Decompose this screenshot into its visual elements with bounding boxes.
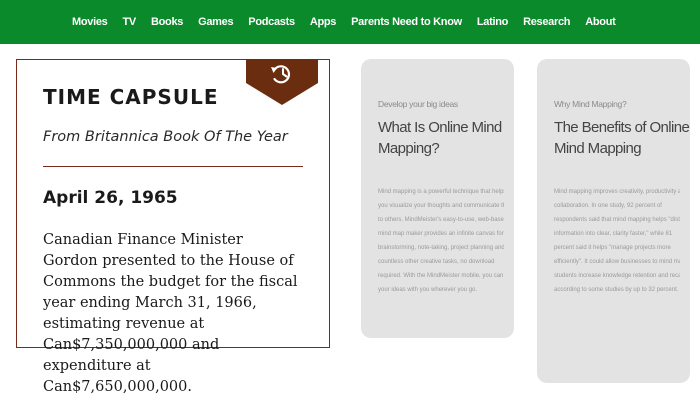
card-text-line: brainstorming, note-taking, project plan… xyxy=(378,245,504,251)
capsule-body-line: year ending March 31, 1966, xyxy=(43,295,257,311)
capsule-body: Canadian Finance Minister Gordon present… xyxy=(43,230,318,398)
capsule-body-line: expenditure at xyxy=(43,358,151,374)
card-title[interactable]: The Benefits of Online Mind Mapping xyxy=(554,117,690,159)
capsule-date: April 26, 1965 xyxy=(43,188,178,208)
card-text-line: collaboration. In one study, 92 percent … xyxy=(554,203,662,209)
mind-mapping-card[interactable]: Develop your big ideas What Is Online Mi… xyxy=(361,59,514,338)
card-title-line: What Is Online Mind xyxy=(378,119,502,136)
nav-item-research[interactable]: Research xyxy=(523,16,570,28)
card-text-line: information into clear, clarity faster,"… xyxy=(554,231,673,237)
card-text-line: according to some studies by up to 32 pe… xyxy=(554,287,679,293)
capsule-body-line: estimating revenue at xyxy=(43,316,205,332)
page: Movies TV Books Games Podcasts Apps Pare… xyxy=(0,0,700,400)
nav-item-movies[interactable]: Movies xyxy=(72,16,108,28)
card-text-line: percent said it helps "manage projects m… xyxy=(554,245,671,251)
mind-mapping-benefits-card[interactable]: Why Mind Mapping? The Benefits of Online… xyxy=(537,59,690,383)
capsule-body-line: Canadian Finance Minister xyxy=(43,232,243,248)
card-text-line: students increase knowledge retention an… xyxy=(554,273,680,279)
card-title-line: Mind Mapping xyxy=(554,140,642,157)
nav-item-latino[interactable]: Latino xyxy=(477,16,509,28)
nav-item-tv[interactable]: TV xyxy=(123,16,137,28)
capsule-body-line: Can$7,650,000,000. xyxy=(43,379,192,395)
card-title[interactable]: What Is Online Mind Mapping? xyxy=(378,117,502,159)
card-text-line: you visualize your thoughts and communic… xyxy=(378,203,504,209)
card-text-line: efficiently". It could allow businesses … xyxy=(554,259,680,265)
card-text-line: countless other creative tasks, no downl… xyxy=(378,259,495,265)
card-title-line: The Benefits of Online xyxy=(554,119,690,136)
card-text-line: your ideas with you wherever you go. xyxy=(378,287,478,293)
card-title-line: Mapping? xyxy=(378,140,440,157)
nav-list: Movies TV Books Games Podcasts Apps Pare… xyxy=(72,16,630,28)
card-text-line: mind map maker provides an infinite canv… xyxy=(378,231,504,237)
card-kicker: Develop your big ideas xyxy=(378,99,458,109)
card-text-line: Mind mapping improves creativity, produc… xyxy=(554,189,680,195)
card-text-line: to others. MindMeister's easy-to-use, we… xyxy=(378,217,504,223)
nav-item-games[interactable]: Games xyxy=(198,16,234,28)
capsule-divider xyxy=(43,166,303,167)
nav-item-books[interactable]: Books xyxy=(151,16,183,28)
capsule-body-line: Commons the budget for the fiscal xyxy=(43,274,298,290)
nav-item-apps[interactable]: Apps xyxy=(310,16,337,28)
card-text: Mind mapping improves creativity, produc… xyxy=(554,185,680,297)
capsule-body-line: Gordon presented to the House of xyxy=(43,253,294,269)
nav-item-parents-need-to-know[interactable]: Parents Need to Know xyxy=(351,16,462,28)
nav-item-podcasts[interactable]: Podcasts xyxy=(248,16,295,28)
capsule-body-line: Can$7,350,000,000 and xyxy=(43,337,220,353)
nav-item-about[interactable]: About xyxy=(585,16,616,28)
card-text-line: respondents said that mind mapping helps… xyxy=(554,217,680,223)
card-text: Mind mapping is a powerful technique tha… xyxy=(378,185,504,297)
card-text-line: required. With the MindMeister mobile, y… xyxy=(378,273,504,279)
card-text-line: Mind mapping is a powerful technique tha… xyxy=(378,189,504,195)
capsule-title: TIME CAPSULE xyxy=(43,85,219,109)
top-navigation-bar: Movies TV Books Games Podcasts Apps Pare… xyxy=(0,0,700,44)
card-kicker: Why Mind Mapping? xyxy=(554,99,627,109)
history-icon xyxy=(246,59,318,105)
capsule-subtitle: From Britannica Book Of The Year xyxy=(43,129,288,145)
